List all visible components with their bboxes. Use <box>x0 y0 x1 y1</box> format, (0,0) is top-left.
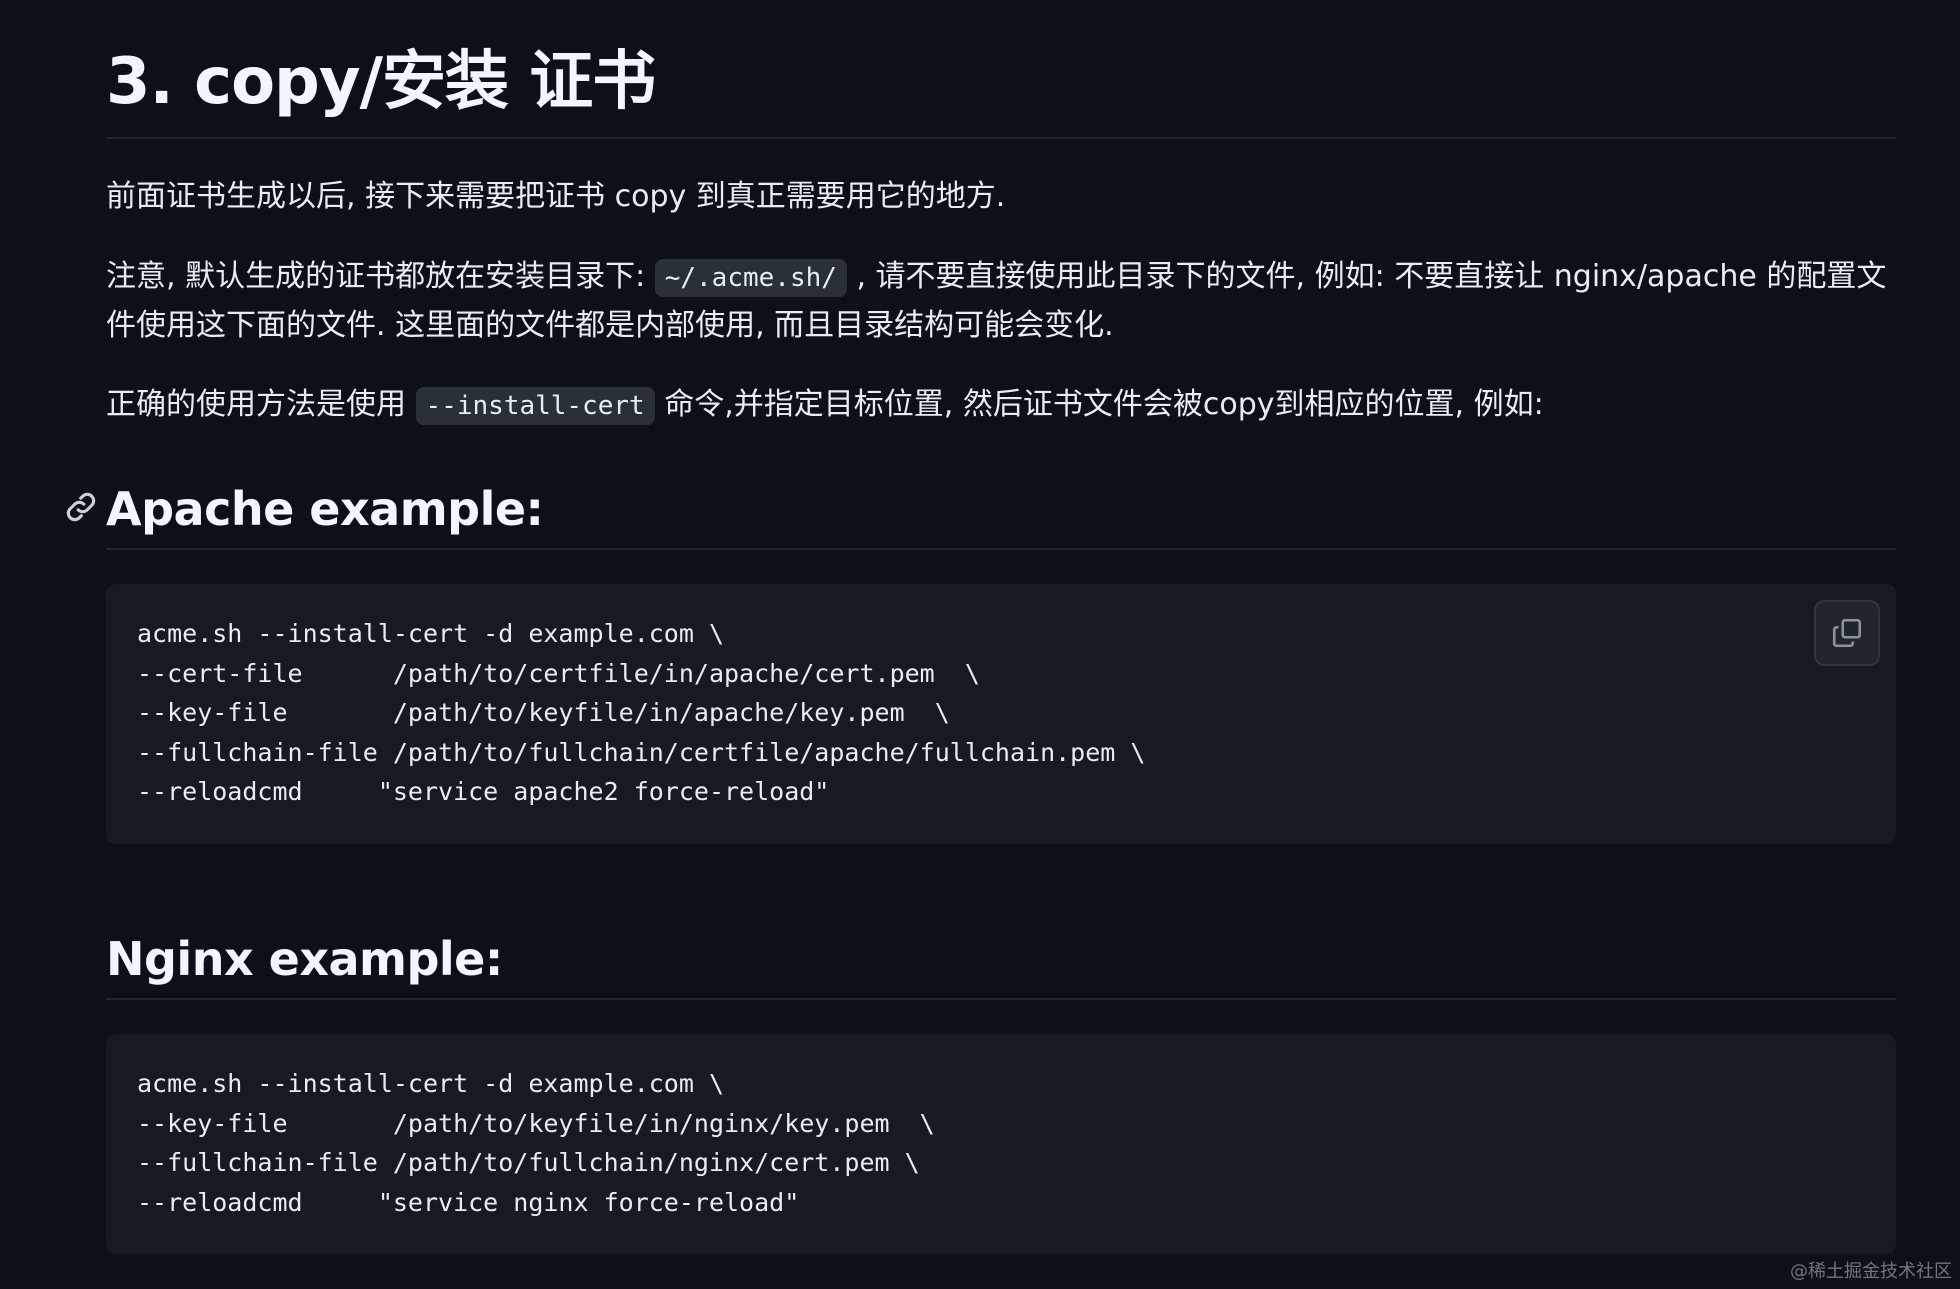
apache-code: acme.sh --install-cert -d example.com \ … <box>137 619 1146 806</box>
copy-button[interactable] <box>1814 600 1880 666</box>
nginx-example-heading: Nginx example: <box>106 932 503 986</box>
note-paragraph: 注意, 默认生成的证书都放在安装目录下: ~/.acme.sh/ , 请不要直接… <box>106 253 1896 350</box>
link-icon[interactable] <box>64 490 98 524</box>
apache-example-heading: Apache example: <box>106 482 544 536</box>
nginx-code: acme.sh --install-cert -d example.com \ … <box>137 1069 935 1217</box>
nginx-code-block: acme.sh --install-cert -d example.com \ … <box>106 1034 1896 1254</box>
inline-code-acme-dir: ~/.acme.sh/ <box>654 259 847 297</box>
nginx-heading-divider <box>106 998 1896 1000</box>
note-text-before: 注意, 默认生成的证书都放在安装目录下: <box>106 259 655 294</box>
usage-text-before: 正确的使用方法是使用 <box>106 387 416 422</box>
apache-code-block: acme.sh --install-cert -d example.com \ … <box>106 584 1896 844</box>
usage-text-after: 命令,并指定目标位置, 然后证书文件会被copy到相应的位置, 例如: <box>654 387 1544 422</box>
watermark: @稀土掘金技术社区 <box>1790 1261 1952 1282</box>
apache-heading-divider <box>106 548 1896 550</box>
usage-paragraph: 正确的使用方法是使用 --install-cert 命令,并指定目标位置, 然后… <box>106 381 1896 430</box>
page-title: 3. copy/安装 证书 <box>106 45 656 119</box>
heading-divider <box>106 137 1896 139</box>
copy-icon <box>1832 618 1862 648</box>
inline-code-install-cert: --install-cert <box>415 387 655 425</box>
intro-paragraph: 前面证书生成以后, 接下来需要把证书 copy 到真正需要用它的地方. <box>106 179 1006 214</box>
